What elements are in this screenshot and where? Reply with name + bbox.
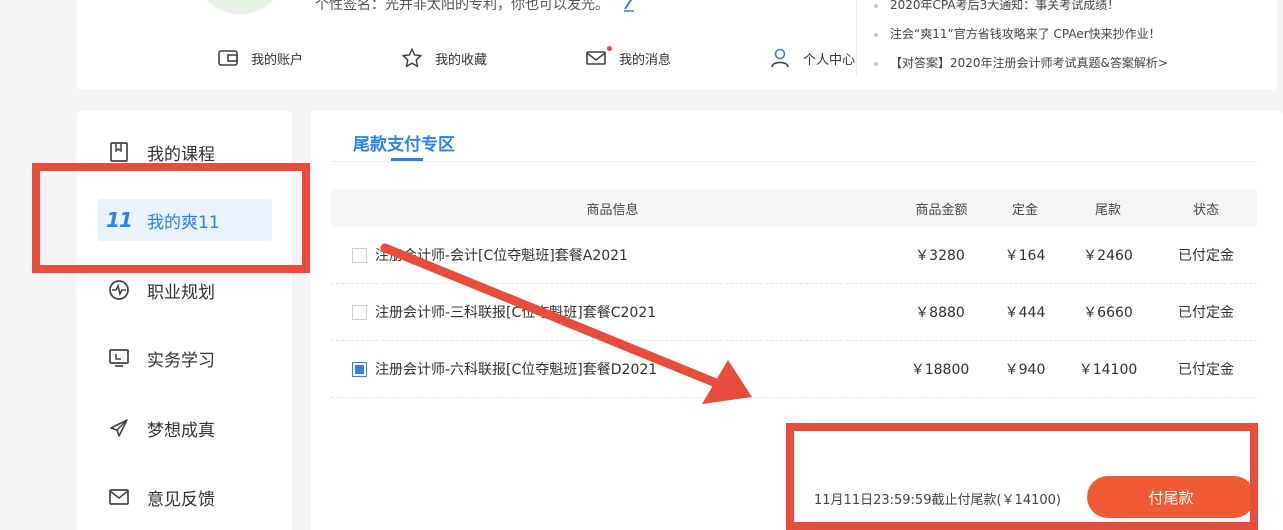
row-checkbox[interactable] [352,361,367,377]
product-amount: ￥18800 [910,362,970,378]
tab-final-payment[interactable]: 尾款支付专区 [353,130,455,155]
personal-center-link[interactable]: 个人中心 [769,46,855,70]
sidebar-item-career-planning[interactable]: 职业规划 [97,269,272,311]
sidebar-item-label: 意见反馈 [147,489,215,510]
product-name: 注册会计师-六科联报[C位夺魁班]套餐D2021 [375,362,658,378]
tab-divider [331,161,1257,162]
sidebar-item-feedback[interactable]: 意见反馈 [97,476,272,518]
sidebar-item-dream-come-true[interactable]: 梦想成真 [97,407,272,449]
sidebar-item-label: 实务学习 [147,350,215,371]
my-account-label: 我的账户 [251,52,304,68]
sidebar-item-label: 梦想成真 [147,420,215,441]
product-balance: ￥14100 [1078,362,1138,378]
table-header: 商品信息 商品金额 定金 尾款 状态 [331,189,1257,227]
header-deposit: 定金 [1011,202,1038,218]
mail-icon [107,485,131,509]
edit-icon[interactable] [622,0,636,12]
profile-card: 个性签名：光并非太阳的专利，你也可以发光。 我的账户 我的收藏 我的消息 个人中… [77,0,1277,90]
product-name: 注册会计师-会计[C位夺魁班]套餐A2021 [375,248,628,264]
user-icon [771,48,789,68]
avatar[interactable] [195,0,285,14]
monitor-icon [107,346,131,370]
profile-signature: 个性签名：光并非太阳的专利，你也可以发光。 [315,0,609,13]
product-deposit: ￥940 [1004,362,1046,378]
book-icon [107,140,131,164]
personal-center-label: 个人中心 [803,52,856,68]
product-deposit: ￥164 [1004,248,1046,264]
product-deposit: ￥444 [1004,305,1046,321]
wallet-icon [218,50,238,66]
table-row: 注册会计师-会计[C位夺魁班]套餐A2021 ￥3280 ￥164 ￥2460 … [331,227,1257,284]
my-messages-link[interactable]: 我的消息 [585,46,671,70]
annotation-highlight-sidebar [32,163,310,273]
sidebar-item-label: 我的课程 [147,144,215,165]
pulse-icon [107,278,131,302]
my-messages-label: 我的消息 [619,52,672,68]
news-item[interactable]: 注会“爽11”官方省钱攻略来了 CPAer快来抄作业！ [874,20,1264,49]
product-status: 已付定金 [1178,305,1234,321]
header-balance: 尾款 [1094,202,1121,218]
product-amount: ￥3280 [915,248,965,264]
table-row: 注册会计师-三科联报[C位夺魁班]套餐C2021 ￥8880 ￥444 ￥666… [331,284,1257,341]
my-account-link[interactable]: 我的账户 [217,46,303,70]
star-icon [402,48,422,68]
mail-icon [586,51,606,65]
paper-plane-icon [107,416,131,440]
product-status: 已付定金 [1178,248,1234,264]
news-list: 2020年CPA考后3大通知：事关考试成绩！ 注会“爽11”官方省钱攻略来了 C… [874,0,1264,78]
my-favorites-link[interactable]: 我的收藏 [401,46,487,70]
divider [856,0,857,76]
my-favorites-label: 我的收藏 [435,52,488,68]
header-amount: 商品金额 [915,202,968,218]
product-amount: ￥8880 [915,305,965,321]
sidebar-item-label: 职业规划 [147,282,215,303]
order-table: 商品信息 商品金额 定金 尾款 状态 注册会计师-会计[C位夺魁班]套餐A202… [331,189,1257,398]
sidebar-item-practice-study[interactable]: 实务学习 [97,337,272,379]
product-name: 注册会计师-三科联报[C位夺魁班]套餐C2021 [375,305,657,321]
header-status: 状态 [1192,202,1219,218]
table-row: 注册会计师-六科联报[C位夺魁班]套餐D2021 ￥18800 ￥940 ￥14… [331,341,1257,398]
product-status: 已付定金 [1178,362,1234,378]
annotation-highlight-pay [786,423,1258,530]
news-item[interactable]: 2020年CPA考后3大通知：事关考试成绩！ [874,0,1264,20]
product-balance: ￥2460 [1083,248,1133,264]
header-info: 商品信息 [586,202,639,218]
news-item[interactable]: 【对答案】2020年注册会计师考试真题&答案解析> [874,49,1264,78]
row-checkbox[interactable] [352,304,367,320]
unread-dot [607,46,612,51]
row-checkbox[interactable] [352,247,367,263]
product-balance: ￥6660 [1083,305,1133,321]
